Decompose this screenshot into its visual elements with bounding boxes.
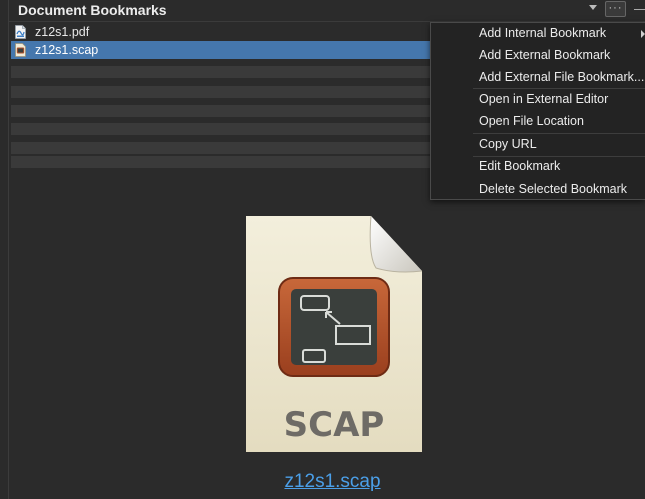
menu-item-add-internal-bookmark[interactable]: Add Internal Bookmark [479,26,606,40]
panel-title: Document Bookmarks [18,2,167,18]
preview-file-link[interactable]: z12s1.scap [0,471,645,493]
menu-item-delete-selected-bookmark[interactable]: Delete Selected Bookmark [479,182,627,196]
preview-badge-text: SCAP [284,405,385,445]
menu-separator [473,88,645,89]
bookmark-name: z12s1.pdf [35,25,90,39]
menu-item-edit-bookmark[interactable]: Edit Bookmark [479,159,560,173]
menu-item-add-external-file-bookmark[interactable]: Add External File Bookmark... [479,70,644,84]
scap-file-icon [15,43,26,57]
pdf-file-icon [15,25,26,39]
minimize-panel-icon[interactable] [634,9,645,10]
more-options-button[interactable]: ··· [605,1,626,17]
menu-item-add-external-bookmark[interactable]: Add External Bookmark [479,48,610,62]
document-bookmarks-panel: Document Bookmarks ··· z12s1.pdf z12s1.s… [0,0,645,499]
menu-item-copy-url[interactable]: Copy URL [479,137,537,151]
panel-header: Document Bookmarks [9,0,645,21]
submenu-arrow-icon [641,30,645,38]
menu-item-open-file-location[interactable]: Open File Location [479,114,584,128]
menu-separator [473,133,645,134]
panel-dropdown-icon[interactable] [589,5,597,10]
scap-document-icon: SCAP [246,216,422,452]
menu-item-open-in-external-editor[interactable]: Open in External Editor [479,92,608,106]
panel-left-border [8,0,9,499]
menu-separator [473,156,645,157]
context-menu: Add Internal Bookmark Add External Bookm… [430,22,645,200]
bookmark-name: z12s1.scap [35,43,99,57]
